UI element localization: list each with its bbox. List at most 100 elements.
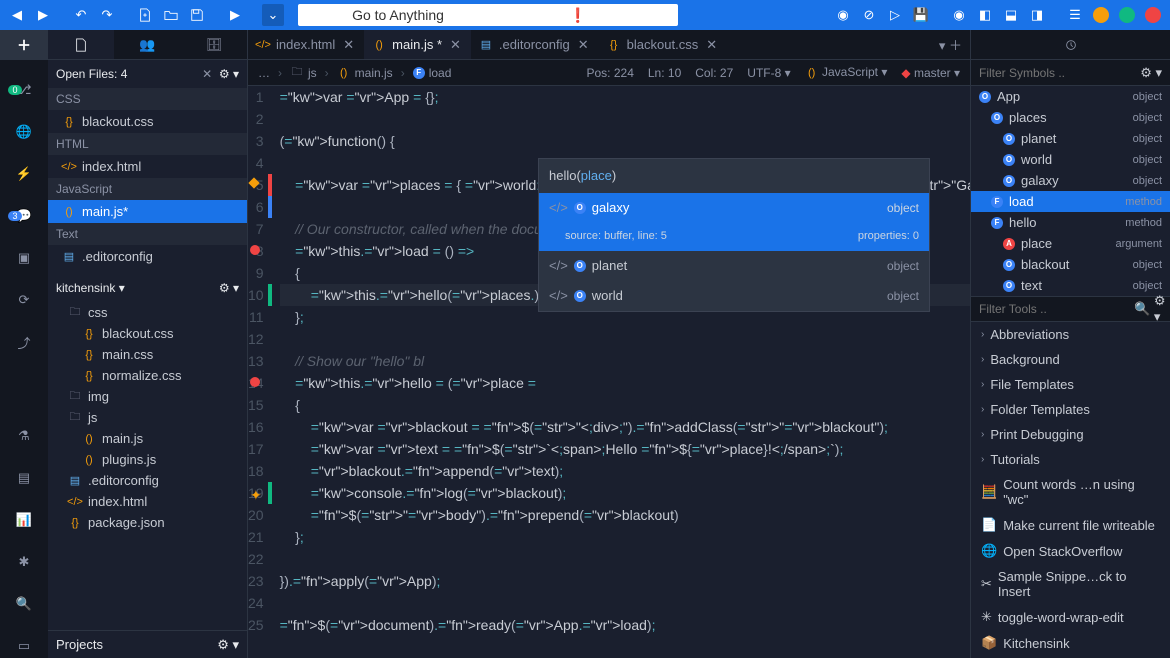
tool-item[interactable]: ›File Templates xyxy=(971,372,1170,397)
code-line[interactable]: (="kw">function() { xyxy=(280,130,970,152)
play-macro-button[interactable]: ▷ xyxy=(884,4,906,26)
gear-icon[interactable]: ⚙ ▾ xyxy=(1154,293,1166,325)
play-button[interactable]: ▶ xyxy=(224,4,246,26)
close-icon[interactable]: ✕ xyxy=(448,37,463,53)
save-button[interactable] xyxy=(186,4,208,26)
code-line[interactable] xyxy=(280,108,970,130)
code-line[interactable]: ="kw">var ="vr">text = ="fn">$(="str">`<… xyxy=(280,438,970,460)
layout-left-button[interactable]: ◧ xyxy=(974,4,996,26)
tree-normalize-css[interactable]: {}normalize.css xyxy=(48,365,247,386)
code-line[interactable]: // Show our "hello" bl xyxy=(280,350,970,372)
close-all-button[interactable]: ✕ xyxy=(202,67,212,81)
back-button[interactable]: ◀ xyxy=(6,4,28,26)
redo-button[interactable]: ↷ xyxy=(96,4,118,26)
tool-item[interactable]: ›Background xyxy=(971,347,1170,372)
undo-button[interactable]: ↶ xyxy=(70,4,92,26)
code-line[interactable] xyxy=(280,592,970,614)
tool-item[interactable]: 📄Make current file writeable xyxy=(971,512,1170,538)
tree-css-folder[interactable]: 🗀css xyxy=(48,302,247,323)
tool-item[interactable]: 🧮Count words …n using "wc" xyxy=(971,472,1170,512)
encoding-selector[interactable]: UTF-8 ▾ xyxy=(747,66,790,80)
save-macro-button[interactable]: 💾 xyxy=(910,4,932,26)
record-button[interactable]: ◉ xyxy=(832,4,854,26)
layout-right-button[interactable]: ◨ xyxy=(1026,4,1048,26)
tab-main-js[interactable]: ()main.js *✕ xyxy=(364,30,471,59)
project-header[interactable]: kitchensink ▾ ⚙ ▾ xyxy=(48,274,247,302)
regex-button[interactable]: ✱ xyxy=(12,550,36,574)
globe-button[interactable]: 🌐 xyxy=(12,120,36,144)
search-icon[interactable]: 🔍 xyxy=(1134,301,1150,317)
bc-file[interactable]: ()main.js xyxy=(337,66,393,80)
code-line[interactable]: ="kw">var ="vr">App = {}; xyxy=(280,86,970,108)
symbols-tab[interactable] xyxy=(971,30,1170,60)
bc-folder[interactable]: 🗀js xyxy=(290,66,317,80)
symbol-item[interactable]: Oworldobject xyxy=(971,149,1170,170)
bolt-button[interactable]: ⚡ xyxy=(12,162,36,186)
symbol-item[interactable]: Oplacesobject xyxy=(971,107,1170,128)
autocomplete-item[interactable]: </>Ogalaxyobject xyxy=(539,193,929,223)
symbol-item[interactable]: OAppobject xyxy=(971,86,1170,107)
gear-icon[interactable]: ⚙ ▾ xyxy=(1140,65,1162,81)
gear-icon[interactable]: ⚙ xyxy=(219,281,230,295)
panel-button[interactable]: ▣ xyxy=(12,246,36,270)
pause-icon[interactable]: ⊘ xyxy=(858,4,880,26)
close-icon[interactable]: ✕ xyxy=(576,37,591,53)
code-line[interactable]: { xyxy=(280,394,970,416)
autocomplete-item[interactable]: </>Oplanetobject xyxy=(539,251,929,281)
tree-index-html[interactable]: </>index.html xyxy=(48,491,247,512)
flask-button[interactable]: ⚗ xyxy=(12,424,36,448)
terminal-button[interactable]: ▤ xyxy=(12,466,36,490)
code-line[interactable]: ="kw">this.="vr">hello = (="vr">place = xyxy=(280,372,970,394)
breakpoint-icon[interactable] xyxy=(250,377,260,387)
code-line[interactable]: ="kw">console.="fn">log(="vr">blackout); xyxy=(280,482,970,504)
tool-item[interactable]: 📦Kitchensink xyxy=(971,630,1170,656)
tree-img-folder[interactable]: 🗀img xyxy=(48,386,247,407)
close-icon[interactable]: ✕ xyxy=(704,37,719,53)
file-blackout-css[interactable]: {}blackout.css xyxy=(48,110,247,133)
code-line[interactable] xyxy=(280,328,970,350)
tab-index-html[interactable]: </>index.html✕ xyxy=(248,30,364,59)
tool-item[interactable]: ✳toggle-word-wrap-edit xyxy=(971,604,1170,630)
forward-button[interactable]: ▶ xyxy=(32,4,54,26)
symbol-filter-input[interactable] xyxy=(979,66,1140,80)
vcs-button[interactable]: 0⎇ xyxy=(12,78,36,102)
menu-button[interactable]: ☰ xyxy=(1064,4,1086,26)
tool-item[interactable]: ✂Sample Snippe…ck to Insert xyxy=(971,564,1170,604)
go-to-anything-input[interactable]: Go to Anything ❗ xyxy=(298,4,678,26)
output-button[interactable]: ▭ xyxy=(12,634,36,658)
maximize-button[interactable] xyxy=(1119,7,1135,23)
file-editorconfig[interactable]: ▤.editorconfig xyxy=(48,245,247,268)
code-line[interactable]: ="vr">blackout.="fn">append(="vr">text); xyxy=(280,460,970,482)
tool-item[interactable]: ›Folder Templates xyxy=(971,397,1170,422)
autocomplete-item[interactable]: </>Oworldobject xyxy=(539,281,929,311)
stats-button[interactable]: 📊 xyxy=(12,508,36,532)
minimize-button[interactable] xyxy=(1093,7,1109,23)
tools-filter-input[interactable] xyxy=(979,302,1134,316)
symbol-item[interactable]: Oblackoutobject xyxy=(971,254,1170,275)
database-tab[interactable]: 🗄 xyxy=(181,30,247,59)
add-button[interactable] xyxy=(0,30,48,60)
tab-blackout-css[interactable]: {}blackout.css✕ xyxy=(599,30,727,59)
open-file-button[interactable] xyxy=(160,4,182,26)
new-tab-button[interactable]: ▾ ＋ xyxy=(931,30,970,59)
tree-main-js[interactable]: ()main.js xyxy=(48,428,247,449)
close-button[interactable] xyxy=(1145,7,1161,23)
refresh-button[interactable]: ⟳ xyxy=(12,288,36,312)
code-line[interactable]: }).="fn">apply(="vr">App); xyxy=(280,570,970,592)
symbol-item[interactable]: Fhellomethod xyxy=(971,212,1170,233)
gear-icon[interactable]: ⚙ xyxy=(219,67,230,81)
files-tab[interactable] xyxy=(48,30,114,59)
tool-item[interactable]: ›Print Debugging xyxy=(971,422,1170,447)
tool-item[interactable]: ›Abbreviations xyxy=(971,322,1170,347)
gear-icon[interactable]: ⚙ xyxy=(217,637,229,652)
tree-editorconfig[interactable]: ▤.editorconfig xyxy=(48,470,247,491)
language-selector[interactable]: () JavaScript ▾ xyxy=(805,65,888,80)
file-main-js[interactable]: ()main.js* xyxy=(48,200,247,223)
tool-item[interactable]: 🌐Open StackOverflow xyxy=(971,538,1170,564)
tool-item[interactable]: ›Tutorials xyxy=(971,447,1170,472)
dropdown-button[interactable]: ⌄ xyxy=(262,4,284,26)
code-line[interactable] xyxy=(280,548,970,570)
notifications-button[interactable]: 3💬 xyxy=(12,204,36,228)
breakpoint-icon[interactable] xyxy=(250,245,260,255)
projects-header[interactable]: Projects ⚙ ▾ xyxy=(48,630,247,658)
